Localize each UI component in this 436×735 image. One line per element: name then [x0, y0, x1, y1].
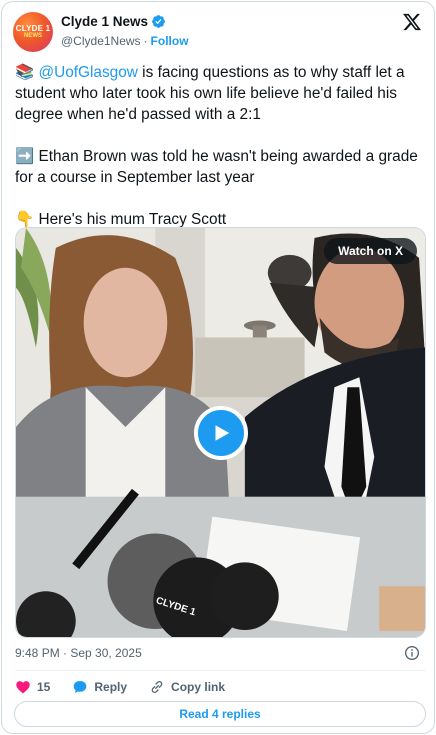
tweet-text: 📚 @UofGlasgow is facing questions as to …: [15, 62, 427, 251]
display-name[interactable]: Clyde 1 News: [61, 14, 148, 29]
like-button[interactable]: 15: [15, 679, 50, 695]
tweet-timestamp[interactable]: 9:48 PM · Sep 30, 2025: [15, 646, 142, 660]
link-icon: [151, 681, 163, 693]
divider: [15, 670, 426, 671]
action-bar: 15 Reply Copy link: [15, 678, 247, 696]
reply-bubble-icon: [74, 681, 87, 693]
x-logo-icon[interactable]: [402, 12, 422, 32]
read-replies-button[interactable]: Read 4 replies: [14, 701, 426, 727]
handle[interactable]: @Clyde1News: [61, 34, 141, 48]
author-name-row: Clyde 1 News: [61, 14, 166, 29]
heart-icon: [16, 681, 30, 694]
tweet-paragraph-2: ➡️ Ethan Brown was told he wasn't being …: [15, 146, 427, 188]
tweet-paragraph-3-text: Here's his mum Tracy Scott: [34, 211, 227, 228]
watch-on-x-button[interactable]: Watch on X: [324, 238, 417, 264]
copy-link-label: Copy link: [171, 680, 226, 694]
reply-button[interactable]: Reply: [72, 679, 127, 695]
play-icon: [215, 425, 230, 441]
play-button[interactable]: [194, 406, 248, 460]
avatar-logo-text: CLYDE 1: [15, 24, 51, 33]
avatar[interactable]: CLYDE 1 NEWS: [13, 12, 53, 52]
video-player[interactable]: CLYDE 1 Watch on X: [15, 227, 426, 638]
separator-dot: ·: [143, 34, 148, 48]
mention-link[interactable]: @UofGlasgow: [38, 64, 137, 81]
copy-link-button[interactable]: Copy link: [149, 679, 225, 695]
verified-badge-icon: [152, 15, 165, 28]
tweet-card: CLYDE 1 NEWS Clyde 1 News @Clyde1News · Fo…: [1, 1, 435, 734]
right-arrow-emoji-icon: ➡️: [15, 147, 35, 165]
tweet-paragraph-1: 📚 @UofGlasgow is facing questions as to …: [15, 62, 427, 125]
reply-label: Reply: [94, 680, 128, 694]
avatar-logo-subtext: NEWS: [24, 33, 42, 39]
like-count: 15: [37, 680, 51, 694]
handle-row: @Clyde1News · Follow: [61, 34, 189, 48]
tweet-paragraph-2-text: Ethan Brown was told he wasn't being awa…: [15, 148, 423, 186]
info-icon[interactable]: [404, 645, 420, 661]
books-emoji-icon: 📚: [15, 63, 35, 81]
follow-button[interactable]: Follow: [151, 34, 189, 48]
pointing-down-emoji-icon: 👇: [15, 210, 35, 228]
